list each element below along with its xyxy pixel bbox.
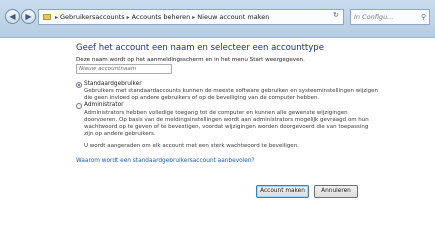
search-input[interactable]: In Configu... ⚲ [350, 9, 430, 25]
window-titlebar: ◀ ▶ ▸ Gebruikersaccounts ▸ Accounts beheren… [0, 0, 435, 38]
back-button[interactable]: ◀ [5, 9, 20, 24]
standard-user-radio[interactable] [76, 82, 82, 88]
cancel-button[interactable]: Annuleren [314, 185, 358, 198]
description-line: doorvoeren. Op basis van de meldingsinst… [84, 117, 369, 123]
administrator-label[interactable]: Administrator [84, 102, 124, 108]
breadcrumb-item-user-accounts[interactable]: Gebruikersaccounts [60, 13, 125, 21]
forward-arrow-icon: ▶ [25, 12, 32, 21]
description-line: wachtwoord op te geven of te bevestigen,… [84, 124, 369, 130]
breadcrumb-item-new-account[interactable]: Nieuw account maken [197, 13, 269, 21]
address-bar[interactable]: ▸ Gebruikersaccounts ▸ Accounts beheren ▸ Nie… [38, 9, 344, 25]
description-line: zijn op andere gebruikers. [84, 131, 156, 137]
description-line: die geen invloed op andere gebruikers of… [84, 95, 320, 101]
why-standard-help-link[interactable]: Waarom wordt een standaardgebruikersacco… [76, 158, 255, 164]
breadcrumb-separator-icon: ▸ [192, 14, 196, 21]
name-description: Deze naam wordt op het aanmeldingsscherm… [76, 57, 305, 63]
administrator-radio[interactable] [76, 103, 82, 109]
main-content: Geef het account een naam en selecteer e… [0, 38, 435, 245]
description-line: Gebruikers met standaardaccounts kunnen … [84, 88, 379, 94]
create-account-button[interactable]: Account maken [256, 185, 309, 198]
refresh-icon[interactable]: ↻ [333, 11, 339, 19]
breadcrumb-item-manage-accounts[interactable]: Accounts beheren [132, 13, 191, 21]
standard-user-description: Gebruikers met standaardaccounts kunnen … [84, 88, 378, 102]
password-recommendation: U wordt aangeraden om elk account met ee… [84, 143, 299, 149]
folder-icon [43, 14, 51, 20]
search-placeholder: In Configu... [354, 13, 394, 21]
forward-button[interactable]: ▶ [21, 9, 36, 24]
breadcrumb-separator-icon: ▸ [126, 14, 130, 21]
back-arrow-icon: ◀ [9, 12, 16, 21]
administrator-description: Administrators hebben volledige toegang … [84, 110, 369, 138]
account-name-input[interactable]: Nieuw accountnaam [76, 64, 172, 74]
breadcrumb-separator-icon: ▸ [55, 14, 59, 21]
standard-user-label[interactable]: Standaardgebruiker [84, 81, 142, 87]
page-title: Geef het account een naam en selecteer e… [76, 43, 324, 53]
search-icon[interactable]: ⚲ [421, 10, 426, 24]
description-line: Administrators hebben volledige toegang … [84, 110, 348, 116]
